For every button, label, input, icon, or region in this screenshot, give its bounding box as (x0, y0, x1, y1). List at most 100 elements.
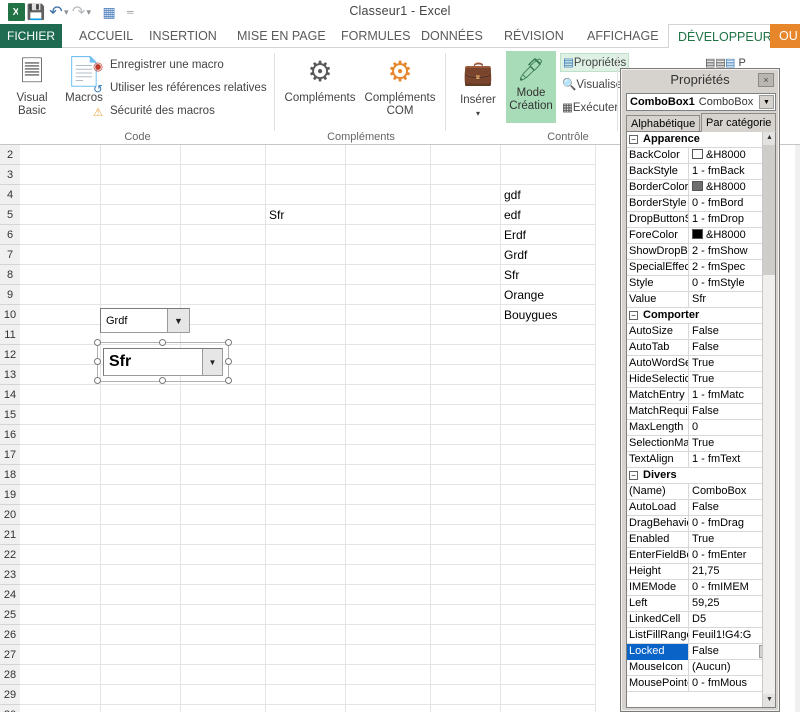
cell[interactable]: Grdf (500, 245, 595, 265)
row-header-8[interactable]: 8 (0, 265, 20, 285)
row-header-24[interactable]: 24 (0, 585, 20, 605)
row-header-29[interactable]: 29 (0, 685, 20, 705)
row-header-20[interactable]: 20 (0, 505, 20, 525)
combobox-2-dropdown-icon[interactable]: ▼ (202, 349, 222, 375)
macro-security-button[interactable]: ⚠ Sécurité des macros (90, 102, 215, 120)
property-row[interactable]: AutoTab False (627, 340, 775, 356)
row-header-22[interactable]: 22 (0, 545, 20, 565)
tab-formules[interactable]: FORMULES (332, 24, 419, 48)
property-row[interactable]: ListFillRange Feuil1!G4:G (627, 628, 775, 644)
tab-fichier[interactable]: FICHIER (0, 24, 62, 48)
worksheet-combobox-2[interactable]: Sfr ▼ (103, 348, 223, 376)
resize-handle-e[interactable] (225, 358, 232, 365)
record-macro-button[interactable]: ◉ Enregistrer une macro (90, 56, 224, 74)
tab-revision[interactable]: RÉVISION (495, 24, 573, 48)
property-row[interactable]: DragBehavio 0 - fmDrag (627, 516, 775, 532)
row-header-25[interactable]: 25 (0, 605, 20, 625)
property-row[interactable]: Style 0 - fmStyle (627, 276, 775, 292)
property-row[interactable]: AutoSize False (627, 324, 775, 340)
resize-handle-n[interactable] (159, 339, 166, 346)
property-row[interactable]: BorderStyle 0 - fmBord (627, 196, 775, 212)
resize-handle-w[interactable] (94, 358, 101, 365)
property-category-row[interactable]: − Apparence (627, 132, 775, 148)
tab-accueil[interactable]: ACCUEIL (70, 24, 142, 48)
resize-handle-sw[interactable] (94, 377, 101, 384)
visualiser-code-button[interactable]: 🔍Visualise (560, 76, 624, 95)
property-row[interactable]: MatchRequir False (627, 404, 775, 420)
relative-references-button[interactable]: ↺ Utiliser les références relatives (90, 79, 266, 97)
property-row[interactable]: AutoWordSe True (627, 356, 775, 372)
object-selector-combobox[interactable]: ComboBox1 ComboBox ▼ (626, 93, 776, 111)
cell[interactable]: edf (500, 205, 595, 225)
tab-affichage[interactable]: AFFICHAGE (578, 24, 668, 48)
row-header-21[interactable]: 21 (0, 525, 20, 545)
row-header-11[interactable]: 11 (0, 325, 20, 345)
row-header-4[interactable]: 4 (0, 185, 20, 205)
cell[interactable]: Sfr (500, 265, 595, 285)
property-row[interactable]: ShowDropBu 2 - fmShow (627, 244, 775, 260)
collapse-icon[interactable]: − (629, 471, 638, 480)
property-row[interactable]: IMEMode 0 - fmIMEM (627, 580, 775, 596)
row-header-17[interactable]: 17 (0, 445, 20, 465)
scroll-down-icon[interactable]: ▼ (763, 694, 775, 707)
property-row[interactable]: DropButtonS 1 - fmDrop (627, 212, 775, 228)
property-row[interactable]: (Name) ComboBox (627, 484, 775, 500)
combobox-1-dropdown-icon[interactable]: ▼ (167, 309, 189, 332)
property-row[interactable]: HideSelectionTrue (627, 372, 775, 388)
proprietes-button[interactable]: ▤Propriétés (560, 53, 630, 72)
cell[interactable]: Orange (500, 285, 595, 305)
mode-creation-button[interactable]: 🖊 Mode Création (506, 51, 556, 123)
row-header-7[interactable]: 7 (0, 245, 20, 265)
row-header-10[interactable]: 10 (0, 305, 20, 325)
property-row[interactable]: Height 21,75 (627, 564, 775, 580)
chevron-down-icon[interactable]: ▼ (759, 95, 774, 109)
property-category-row[interactable]: − Divers (627, 468, 775, 484)
inserer-dropdown-icon[interactable]: ▾ (476, 109, 480, 118)
resize-handle-s[interactable] (159, 377, 166, 384)
property-row[interactable]: EnterFieldBe 0 - fmEnter (627, 548, 775, 564)
cell[interactable]: Erdf (500, 225, 595, 245)
vertical-scrollbar[interactable] (795, 145, 800, 712)
scrollbar-thumb[interactable] (763, 145, 775, 275)
row-header-27[interactable]: 27 (0, 645, 20, 665)
row-header-14[interactable]: 14 (0, 385, 20, 405)
property-row[interactable]: MouseIcon (Aucun) (627, 660, 775, 676)
scroll-up-icon[interactable]: ▲ (763, 132, 775, 145)
property-row[interactable]: TextAlign 1 - fmText (627, 452, 775, 468)
row-header-12[interactable]: 12 (0, 345, 20, 365)
property-row[interactable]: Value Sfr (627, 292, 775, 308)
row-header-16[interactable]: 16 (0, 425, 20, 445)
row-header-9[interactable]: 9 (0, 285, 20, 305)
property-row[interactable]: BackStyle 1 - fmBack (627, 164, 775, 180)
worksheet-combobox-1[interactable]: Grdf ▼ (100, 308, 190, 333)
collapse-icon[interactable]: − (629, 135, 638, 144)
cell[interactable]: Sfr (265, 205, 345, 225)
property-category-row[interactable]: − Comporter (627, 308, 775, 324)
property-row[interactable]: BorderColor &H8000 (627, 180, 775, 196)
close-icon[interactable]: × (758, 73, 774, 87)
inserer-button[interactable]: 💼 Insérer ▾ (452, 54, 504, 120)
row-header-28[interactable]: 28 (0, 665, 20, 685)
tab-donnees[interactable]: DONNÉES (412, 24, 492, 48)
tab-alphabetique[interactable]: Alphabétique (626, 115, 701, 132)
row-header-13[interactable]: 13 (0, 365, 20, 385)
property-row[interactable]: ForeColor &H8000 (627, 228, 775, 244)
property-row[interactable]: MaxLength 0 (627, 420, 775, 436)
row-header-18[interactable]: 18 (0, 465, 20, 485)
properties-list[interactable]: − Apparence BackColor &H8000 BackStyle 1 - fm… (626, 131, 776, 708)
property-row[interactable]: BackColor &H8000 (627, 148, 775, 164)
resize-handle-ne[interactable] (225, 339, 232, 346)
tab-mise-en-page[interactable]: MISE EN PAGE (228, 24, 335, 48)
row-header-15[interactable]: 15 (0, 405, 20, 425)
tab-insertion[interactable]: INSERTION (140, 24, 226, 48)
row-header-30[interactable]: 30 (0, 705, 20, 712)
executer-dialogue-button[interactable]: ▦Exécuter (560, 99, 620, 118)
row-header-23[interactable]: 23 (0, 565, 20, 585)
tab-developpeur[interactable]: DÉVELOPPEUR (668, 24, 782, 49)
tab-outils-contextual[interactable]: OU (770, 24, 800, 48)
property-row[interactable]: MousePointe 0 - fmMous (627, 676, 775, 692)
property-row[interactable]: Enabled True (627, 532, 775, 548)
resize-handle-nw[interactable] (94, 339, 101, 346)
resize-handle-se[interactable] (225, 377, 232, 384)
row-header-19[interactable]: 19 (0, 485, 20, 505)
